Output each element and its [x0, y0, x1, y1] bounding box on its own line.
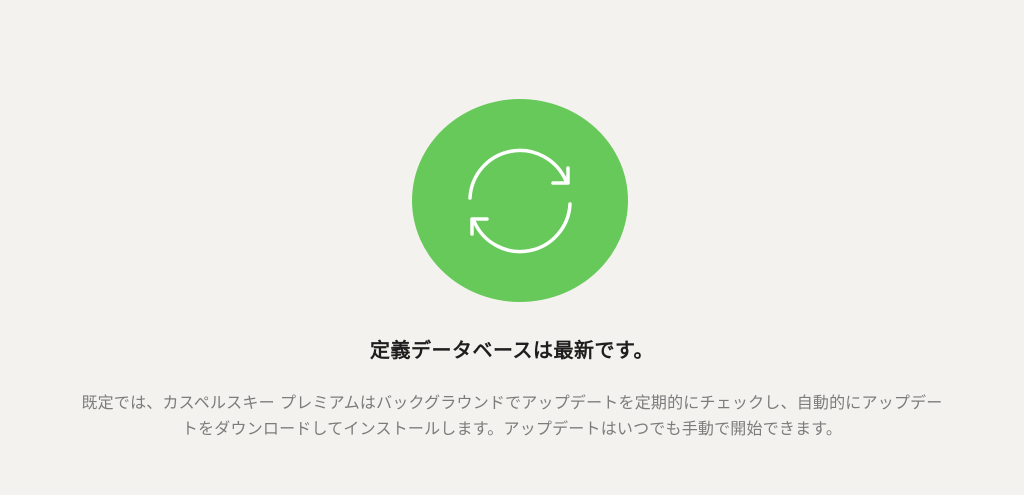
- status-success-circle: [412, 99, 628, 302]
- status-title: 定義データベースは最新です。: [370, 338, 654, 362]
- update-status-panel: 定義データベースは最新です。 既定では、カスペルスキー プレミアムはバックグラウ…: [0, 0, 1024, 495]
- status-description: 既定では、カスペルスキー プレミアムはバックグラウンドでアップデートを定期的にチ…: [81, 393, 943, 438]
- refresh-icon: [468, 148, 572, 253]
